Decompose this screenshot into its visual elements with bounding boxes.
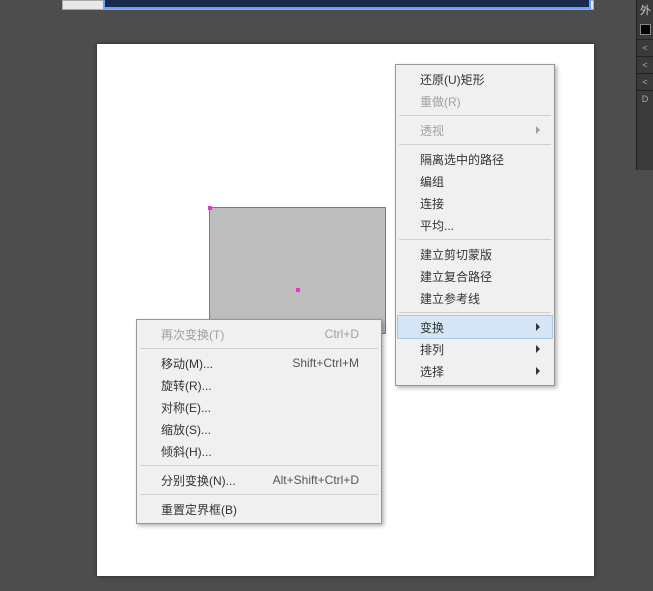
menu-separator bbox=[399, 115, 551, 116]
menu-item-label: 排列 bbox=[420, 341, 532, 358]
menu-item-label: 移动(M)... bbox=[161, 355, 292, 372]
menu-item-transform[interactable]: 变换 bbox=[398, 316, 552, 338]
menu-item-shear[interactable]: 倾斜(H)... bbox=[139, 440, 379, 462]
menu-item-move[interactable]: 移动(M)...Shift+Ctrl+M bbox=[139, 352, 379, 374]
menu-item-make-guides[interactable]: 建立参考线 bbox=[398, 287, 552, 309]
color-swatch[interactable] bbox=[640, 24, 651, 35]
menu-item-label: 还原(U)矩形 bbox=[420, 71, 532, 88]
menu-item-label: 对称(E)... bbox=[161, 399, 359, 416]
menu-item-transform-each[interactable]: 分别变换(N)...Alt+Shift+Ctrl+D bbox=[139, 469, 379, 491]
panel-label: 外 bbox=[637, 0, 653, 20]
menu-item-reset-bounding-box[interactable]: 重置定界框(B) bbox=[139, 498, 379, 520]
menu-item-select[interactable]: 选择 bbox=[398, 360, 552, 382]
menu-item-label: 编组 bbox=[420, 173, 532, 190]
menu-item-perspective: 透视 bbox=[398, 119, 552, 141]
selection-handle[interactable] bbox=[208, 206, 212, 210]
menu-item-redo: 重做(R) bbox=[398, 90, 552, 112]
transform-submenu[interactable]: 再次变换(T)Ctrl+D 移动(M)...Shift+Ctrl+M 旋转(R)..… bbox=[136, 319, 382, 524]
menu-item-label: 建立复合路径 bbox=[420, 268, 532, 285]
menu-item-arrange[interactable]: 排列 bbox=[398, 338, 552, 360]
menu-separator bbox=[140, 465, 378, 466]
menu-item-shortcut: Alt+Shift+Ctrl+D bbox=[273, 473, 359, 487]
selected-thumbnail-strip bbox=[103, 0, 591, 9]
menu-item-label: 变换 bbox=[420, 319, 532, 336]
menu-item-average[interactable]: 平均... bbox=[398, 214, 552, 236]
menu-item-label: 分别变换(N)... bbox=[161, 472, 273, 489]
cropped-window-fragment bbox=[62, 0, 594, 10]
menu-item-reflect[interactable]: 对称(E)... bbox=[139, 396, 379, 418]
menu-item-label: 倾斜(H)... bbox=[161, 443, 359, 460]
menu-item-label: 建立参考线 bbox=[420, 290, 532, 307]
panel-mark: < bbox=[637, 39, 653, 56]
menu-separator bbox=[399, 239, 551, 240]
menu-item-transform-again: 再次变换(T)Ctrl+D bbox=[139, 323, 379, 345]
menu-separator bbox=[399, 312, 551, 313]
menu-item-label: 选择 bbox=[420, 363, 532, 380]
menu-item-undo[interactable]: 还原(U)矩形 bbox=[398, 68, 552, 90]
menu-item-label: 旋转(R)... bbox=[161, 377, 359, 394]
selection-center-point[interactable] bbox=[296, 288, 300, 292]
menu-item-label: 连接 bbox=[420, 195, 532, 212]
menu-item-label: 再次变换(T) bbox=[161, 326, 325, 343]
menu-item-join[interactable]: 连接 bbox=[398, 192, 552, 214]
menu-item-label: 隔离选中的路径 bbox=[420, 151, 532, 168]
context-menu[interactable]: 还原(U)矩形重做(R) 透视隔离选中的路径编组连接平均... 建立剪切蒙版建立复合… bbox=[395, 64, 555, 386]
menu-item-label: 透视 bbox=[420, 122, 532, 139]
menu-item-make-clipping-mask[interactable]: 建立剪切蒙版 bbox=[398, 243, 552, 265]
menu-item-scale[interactable]: 缩放(S)... bbox=[139, 418, 379, 440]
menu-item-group[interactable]: 编组 bbox=[398, 170, 552, 192]
panel-mark: D bbox=[637, 90, 653, 107]
panel-mark: < bbox=[637, 56, 653, 73]
menu-item-label: 建立剪切蒙版 bbox=[420, 246, 532, 263]
menu-separator bbox=[140, 348, 378, 349]
menu-item-rotate[interactable]: 旋转(R)... bbox=[139, 374, 379, 396]
menu-item-shortcut: Ctrl+D bbox=[325, 327, 359, 341]
menu-separator bbox=[399, 144, 551, 145]
selected-rectangle-shape[interactable] bbox=[210, 208, 385, 333]
menu-separator bbox=[140, 494, 378, 495]
menu-item-label: 缩放(S)... bbox=[161, 421, 359, 438]
menu-item-shortcut: Shift+Ctrl+M bbox=[292, 356, 359, 370]
menu-item-label: 重做(R) bbox=[420, 93, 532, 110]
right-dock-panel: 外 <<<D bbox=[636, 0, 653, 170]
menu-item-make-compound-path[interactable]: 建立复合路径 bbox=[398, 265, 552, 287]
menu-item-isolate-path[interactable]: 隔离选中的路径 bbox=[398, 148, 552, 170]
panel-mark: < bbox=[637, 73, 653, 90]
menu-item-label: 重置定界框(B) bbox=[161, 501, 359, 518]
menu-item-label: 平均... bbox=[420, 217, 532, 234]
